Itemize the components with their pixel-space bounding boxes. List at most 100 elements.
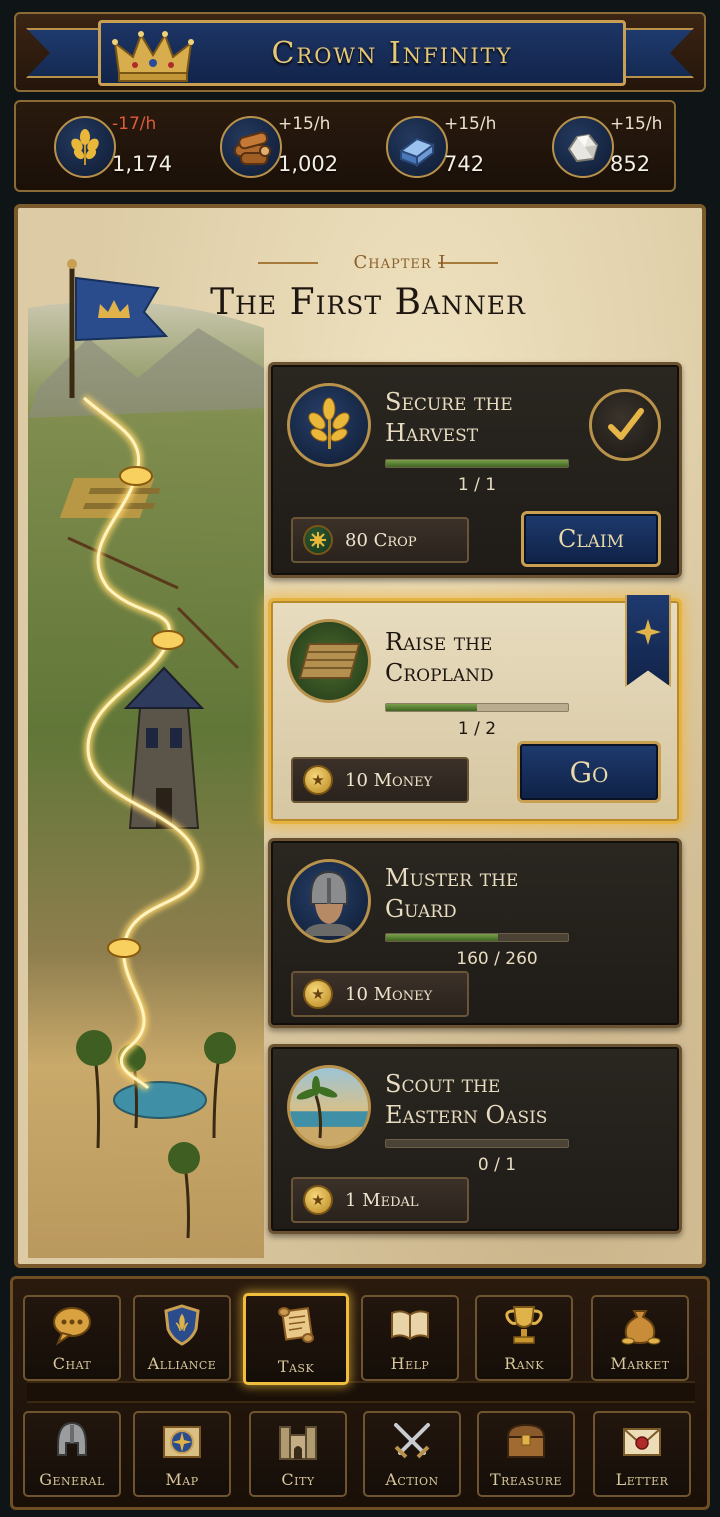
iron-ingot-icon <box>386 116 448 178</box>
nav-label: Action <box>385 1470 439 1489</box>
nav-action[interactable]: Action <box>363 1411 461 1497</box>
quest-title: Raise the Cropland <box>385 628 494 687</box>
nav-label: Chat <box>52 1354 92 1373</box>
quest-title: Muster the Guard <box>385 864 519 923</box>
coin-icon: ★ <box>303 765 333 795</box>
nav-market[interactable]: Market <box>591 1295 689 1381</box>
nav-label: Task <box>277 1357 315 1376</box>
quest-progress-bar <box>385 703 569 712</box>
progress-fill <box>386 934 498 941</box>
resource-value: 1,174 <box>112 152 173 176</box>
quest-card: Secure the Harvest 1 / 1 80 Crop Claim <box>268 362 682 578</box>
stone-icon <box>552 116 614 178</box>
crown-icon <box>112 31 194 82</box>
resource-bar: -17/h 1,174 +15/h 1,002 +15/h 742 +15/h … <box>14 100 676 192</box>
quest-progress-text: 0 / 1 <box>477 1155 517 1175</box>
quest-path-map <box>28 259 264 1258</box>
resource-stone[interactable]: +15/h 852 <box>552 114 702 182</box>
quest-progress-bar <box>385 459 569 468</box>
compass-star-icon <box>635 619 661 645</box>
guard-icon <box>287 859 371 943</box>
crop-token-icon <box>303 525 333 555</box>
lumber-icon <box>220 116 282 178</box>
quest-progress-bar <box>385 1139 569 1148</box>
nav-label: Letter <box>615 1470 669 1489</box>
nav-chat[interactable]: Chat <box>23 1295 121 1381</box>
go-button[interactable]: Go <box>517 741 661 803</box>
reward-text: 10 Money <box>345 983 433 1005</box>
quest-complete-check[interactable] <box>589 389 661 461</box>
nav-rank[interactable]: Rank <box>475 1295 573 1381</box>
crossed-swords-icon <box>394 1423 430 1459</box>
quest-reward: ★ 1 Medal <box>291 1177 469 1223</box>
quest-panel: Chapter I The First Banner Secure the Ha… <box>14 204 706 1268</box>
resource-wood[interactable]: +15/h 1,002 <box>220 114 370 182</box>
resource-rate: -17/h <box>112 114 157 134</box>
chat-bubble-icon <box>53 1307 91 1346</box>
quest-reward: ★ 10 Money <box>291 757 469 803</box>
resource-value: 1,002 <box>278 152 339 176</box>
quest-title: Secure the Harvest <box>385 388 513 447</box>
resource-rate: +15/h <box>278 114 331 134</box>
resource-iron[interactable]: +15/h 742 <box>386 114 536 182</box>
ribbon-left <box>26 28 106 78</box>
title-bar: Crown Infinity <box>14 12 706 92</box>
resource-crop[interactable]: -17/h 1,174 <box>54 114 204 182</box>
scroll-icon <box>278 1307 314 1343</box>
castle-icon <box>279 1426 317 1460</box>
quest-card: Scout the Eastern Oasis 0 / 1 ★ 1 Medal <box>268 1044 682 1234</box>
harvest-icon <box>287 383 371 467</box>
oasis-icon <box>287 1065 371 1149</box>
nav-label: Market <box>610 1354 670 1373</box>
progress-fill <box>386 704 477 711</box>
reward-text: 1 Medal <box>345 1189 419 1211</box>
quest-progress-bar <box>385 933 569 942</box>
nav-label: General <box>39 1470 105 1489</box>
reward-text: 80 Crop <box>345 529 417 551</box>
quest-reward: ★ 10 Money <box>291 971 469 1017</box>
quest-progress-text: 160 / 260 <box>456 949 538 969</box>
nav-treasure[interactable]: Treasure <box>477 1411 575 1497</box>
nav-task[interactable]: Task <box>243 1293 349 1385</box>
nav-city[interactable]: City <box>249 1411 347 1497</box>
featured-bookmark <box>625 595 671 687</box>
wheat-icon <box>54 116 116 178</box>
ribbon-right <box>614 28 694 78</box>
reward-text: 10 Money <box>345 769 433 791</box>
claim-button[interactable]: Claim <box>521 511 661 567</box>
nav-alliance[interactable]: Alliance <box>133 1295 231 1381</box>
bottom-nav: Chat Alliance Task Help Rank Market Gene… <box>10 1276 710 1510</box>
chapter-title: The First Banner <box>210 282 526 323</box>
quest-card-active: Raise the Cropland 1 / 2 ★ 10 Money Go <box>268 595 682 824</box>
app-title: Crown Infinity <box>271 35 513 71</box>
chest-icon <box>506 1423 546 1458</box>
title-plate: Crown Infinity <box>98 20 626 86</box>
nav-label: City <box>281 1470 315 1489</box>
helmet-icon <box>57 1421 87 1456</box>
nav-map[interactable]: Map <box>133 1411 231 1497</box>
quest-progress-text: 1 / 2 <box>457 719 497 739</box>
progress-fill <box>386 460 568 467</box>
resource-value: 852 <box>610 152 651 176</box>
coin-icon: ★ <box>303 979 333 1009</box>
money-bag-icon <box>621 1310 661 1345</box>
nav-label: Help <box>390 1354 430 1373</box>
envelope-icon <box>623 1428 661 1456</box>
nav-help[interactable]: Help <box>361 1295 459 1381</box>
resource-value: 742 <box>444 152 485 176</box>
nav-label: Map <box>165 1470 199 1489</box>
checkmark-icon <box>608 408 644 440</box>
resource-rate: +15/h <box>610 114 663 134</box>
book-icon <box>391 1310 429 1341</box>
medal-icon: ★ <box>303 1185 333 1215</box>
trophy-icon <box>505 1306 543 1344</box>
nav-general[interactable]: General <box>23 1411 121 1497</box>
shield-icon <box>164 1304 200 1346</box>
cropland-icon <box>287 619 371 703</box>
nav-letter[interactable]: Letter <box>593 1411 691 1497</box>
quest-title: Scout the Eastern Oasis <box>385 1070 548 1129</box>
nav-divider <box>27 1381 695 1403</box>
nav-label: Treasure <box>489 1470 563 1489</box>
quest-progress-text: 1 / 1 <box>457 475 497 495</box>
compass-map-icon <box>163 1426 201 1458</box>
